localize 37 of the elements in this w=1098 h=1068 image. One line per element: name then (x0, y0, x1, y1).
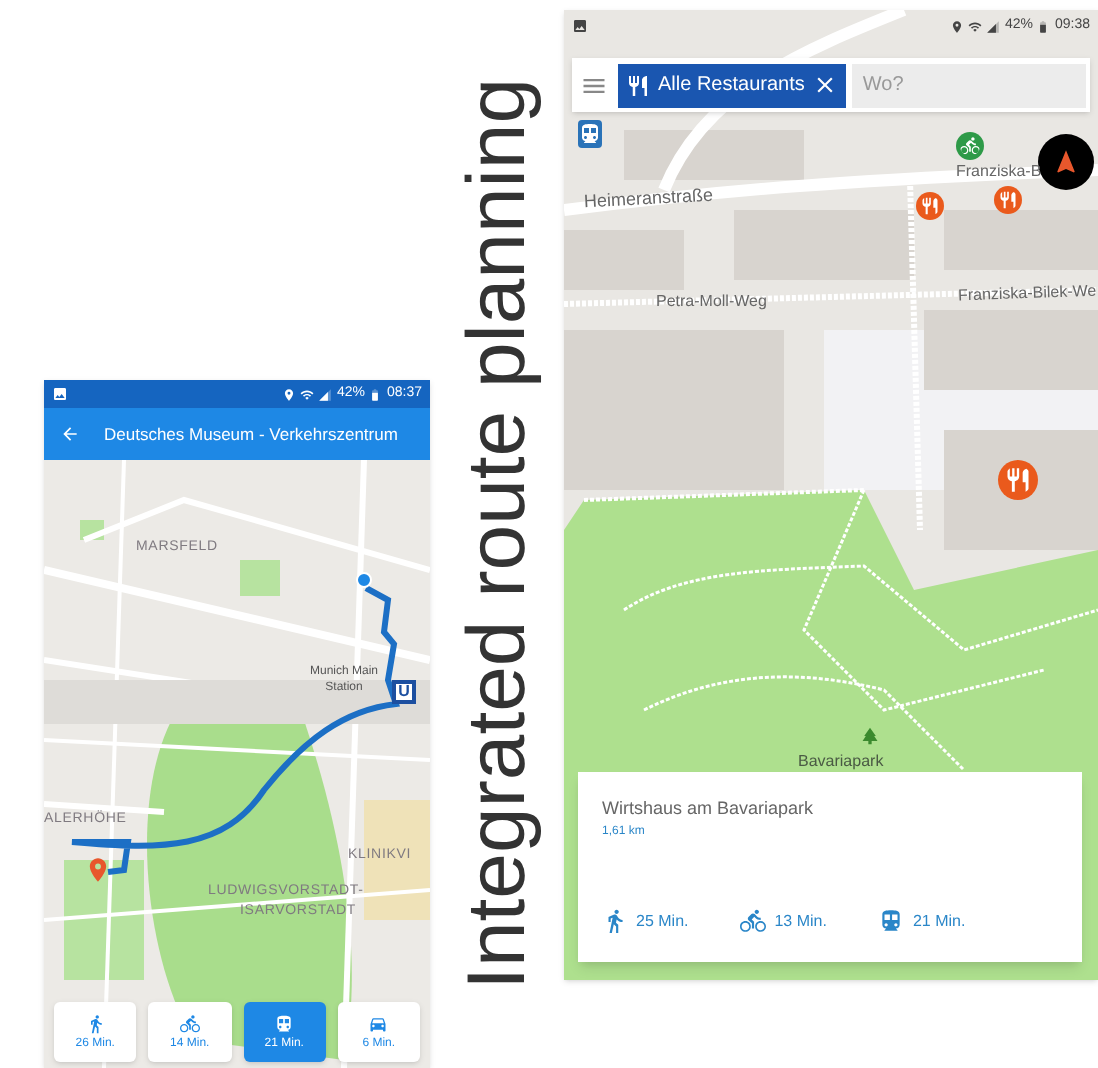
street-label: Heimeranstraße (583, 182, 714, 216)
bus-stop-icon (578, 120, 602, 148)
car-icon (368, 1014, 389, 1034)
destination-pin-icon (84, 856, 112, 884)
place-name: Wirtshaus am Bavariapark (602, 796, 816, 822)
category-label: Alle Restaurants (658, 72, 805, 100)
tree-icon (860, 726, 880, 746)
back-arrow-icon (60, 424, 80, 444)
image-icon (572, 18, 588, 34)
wifi-icon (300, 387, 315, 401)
street-label: Franziska-Bilek-We (957, 279, 1097, 309)
location-icon (282, 387, 297, 401)
walking-person-icon (85, 1014, 106, 1034)
battery-icon (1036, 19, 1051, 33)
travel-time: 21 Min. (912, 909, 966, 933)
street-label: Franziska-B (956, 160, 1042, 184)
screen-title: Deutsches Museum - Verkehrszentrum (104, 421, 398, 447)
signal-icon (986, 19, 1001, 33)
location-icon (950, 19, 965, 33)
travel-time: 25 Min. (636, 909, 689, 933)
search-field[interactable]: Wo? (852, 63, 1086, 107)
wifi-icon (968, 19, 983, 33)
bicycle-icon (179, 1014, 200, 1034)
park-label: Bavariapark (798, 750, 884, 774)
headline: Integrated route planning (456, 78, 538, 990)
battery-icon (368, 387, 383, 401)
train-icon (878, 908, 905, 934)
travel-time: 13 Min. (774, 909, 827, 933)
category-chip[interactable]: Alle Restaurants (618, 63, 847, 107)
bicycle-icon (740, 908, 767, 934)
signal-icon (318, 387, 333, 401)
back-button[interactable] (60, 424, 80, 444)
fork-knife-icon (626, 73, 650, 97)
subway-sign: U (392, 680, 416, 704)
train-icon (274, 1014, 295, 1034)
image-icon (52, 386, 68, 402)
street-label: Petra-Moll-Weg (656, 290, 767, 314)
